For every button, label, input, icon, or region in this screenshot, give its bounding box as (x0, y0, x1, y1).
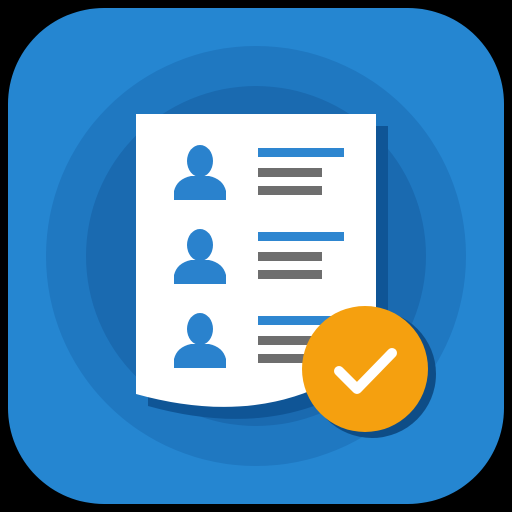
contact-entry (174, 145, 344, 200)
text-line (258, 252, 322, 261)
text-line (258, 168, 322, 177)
check-badge (302, 306, 428, 432)
app-icon (0, 0, 512, 512)
text-line (258, 270, 322, 279)
title-line (258, 148, 344, 157)
contact-entry (174, 229, 344, 284)
text-line (258, 186, 322, 195)
title-line (258, 232, 344, 241)
